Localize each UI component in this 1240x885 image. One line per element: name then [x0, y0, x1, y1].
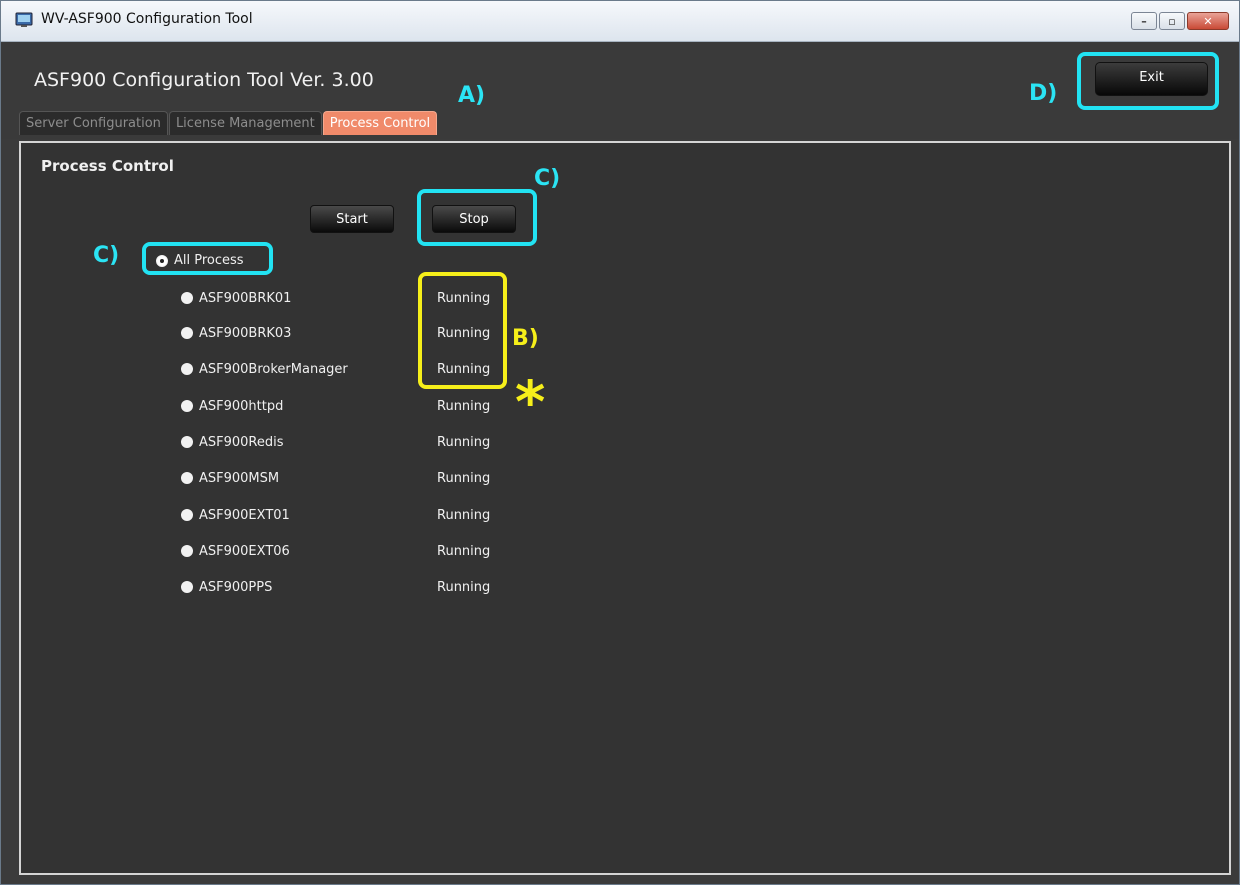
process-name: ASF900BRK01	[199, 290, 292, 306]
maximize-icon: ▫	[1168, 14, 1176, 28]
process-radio[interactable]	[181, 509, 193, 521]
process-name: ASF900EXT01	[199, 507, 290, 523]
process-radio[interactable]	[181, 581, 193, 593]
title-bar: WV-ASF900 Configuration Tool – ▫ ✕	[1, 1, 1239, 42]
annotation-box-stop	[417, 189, 537, 246]
close-icon: ✕	[1203, 14, 1213, 28]
annotation-label-b: B)	[512, 326, 539, 351]
process-name: ASF900BRK03	[199, 325, 292, 341]
close-button[interactable]: ✕	[1187, 12, 1229, 30]
process-row[interactable]: ASF900PPS Running	[181, 577, 490, 597]
tab-bar: Server Configuration License Management …	[19, 111, 438, 135]
process-name: ASF900EXT06	[199, 543, 290, 559]
annotation-box-all-process	[142, 242, 273, 275]
process-name: ASF900BrokerManager	[199, 361, 348, 377]
start-button[interactable]: Start	[310, 205, 394, 233]
process-status: Running	[437, 579, 491, 595]
process-radio[interactable]	[181, 292, 193, 304]
app-title: ASF900 Configuration Tool Ver. 3.00	[34, 69, 374, 91]
process-row[interactable]: ASF900httpd Running	[181, 396, 490, 416]
app-icon	[15, 12, 33, 27]
tab-process-control[interactable]: Process Control	[322, 111, 438, 135]
tab-license-management[interactable]: License Management	[168, 111, 322, 135]
process-name: ASF900httpd	[199, 398, 284, 414]
annotation-label-d: D)	[1029, 81, 1058, 106]
process-row[interactable]: ASF900MSM Running	[181, 468, 490, 488]
process-status: Running	[437, 470, 491, 486]
annotation-label-c-stop: C)	[534, 166, 561, 191]
process-status: Running	[437, 398, 491, 414]
section-title: Process Control	[41, 157, 174, 175]
process-name: ASF900PPS	[199, 579, 273, 595]
annotation-box-exit	[1077, 52, 1219, 110]
process-radio[interactable]	[181, 327, 193, 339]
process-row[interactable]: ASF900Redis Running	[181, 432, 490, 452]
annotation-asterisk: *	[515, 368, 546, 436]
process-radio[interactable]	[181, 472, 193, 484]
window-title: WV-ASF900 Configuration Tool	[41, 11, 253, 27]
annotation-label-a: A)	[458, 83, 486, 108]
annotation-label-c-all: C)	[93, 243, 120, 268]
minimize-button[interactable]: –	[1131, 12, 1157, 30]
process-radio[interactable]	[181, 436, 193, 448]
process-status: Running	[437, 434, 491, 450]
app-window: WV-ASF900 Configuration Tool – ▫ ✕ ASF90…	[0, 0, 1240, 885]
process-name: ASF900Redis	[199, 434, 284, 450]
process-status: Running	[437, 543, 491, 559]
process-status: Running	[437, 507, 491, 523]
annotation-box-status	[418, 272, 507, 389]
process-radio[interactable]	[181, 400, 193, 412]
process-row[interactable]: ASF900EXT06 Running	[181, 541, 490, 561]
minimize-icon: –	[1141, 14, 1147, 28]
process-radio[interactable]	[181, 363, 193, 375]
process-radio[interactable]	[181, 545, 193, 557]
process-row[interactable]: ASF900EXT01 Running	[181, 505, 490, 525]
tab-server-configuration[interactable]: Server Configuration	[19, 111, 168, 135]
process-name: ASF900MSM	[199, 470, 280, 486]
maximize-button[interactable]: ▫	[1159, 12, 1185, 30]
